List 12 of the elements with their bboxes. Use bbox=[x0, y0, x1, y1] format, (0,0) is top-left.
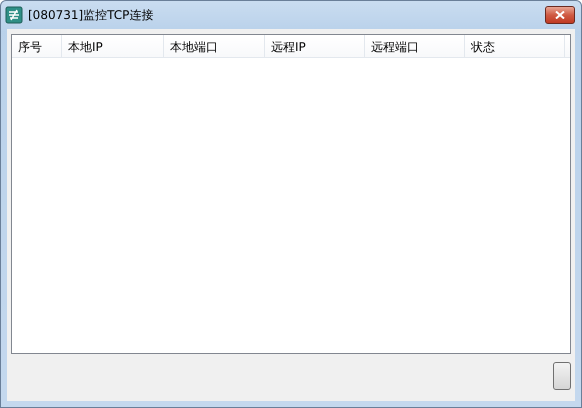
column-header[interactable]: 本地IP bbox=[62, 35, 164, 57]
connection-list[interactable]: 序号 本地IP 本地端口 远程IP 远程端口 状态 bbox=[11, 34, 571, 354]
app-icon bbox=[5, 6, 23, 24]
column-header[interactable]: 状态 bbox=[465, 35, 565, 57]
column-header[interactable]: 远程IP bbox=[265, 35, 365, 57]
column-header[interactable]: 序号 bbox=[12, 35, 62, 57]
window-title: [080731]监控TCP连接 bbox=[28, 6, 154, 24]
close-icon bbox=[555, 11, 565, 19]
column-header[interactable]: 本地端口 bbox=[164, 35, 265, 57]
column-header[interactable]: 远程端口 bbox=[365, 35, 465, 57]
corner-button[interactable] bbox=[553, 362, 571, 390]
close-button[interactable] bbox=[545, 6, 575, 24]
